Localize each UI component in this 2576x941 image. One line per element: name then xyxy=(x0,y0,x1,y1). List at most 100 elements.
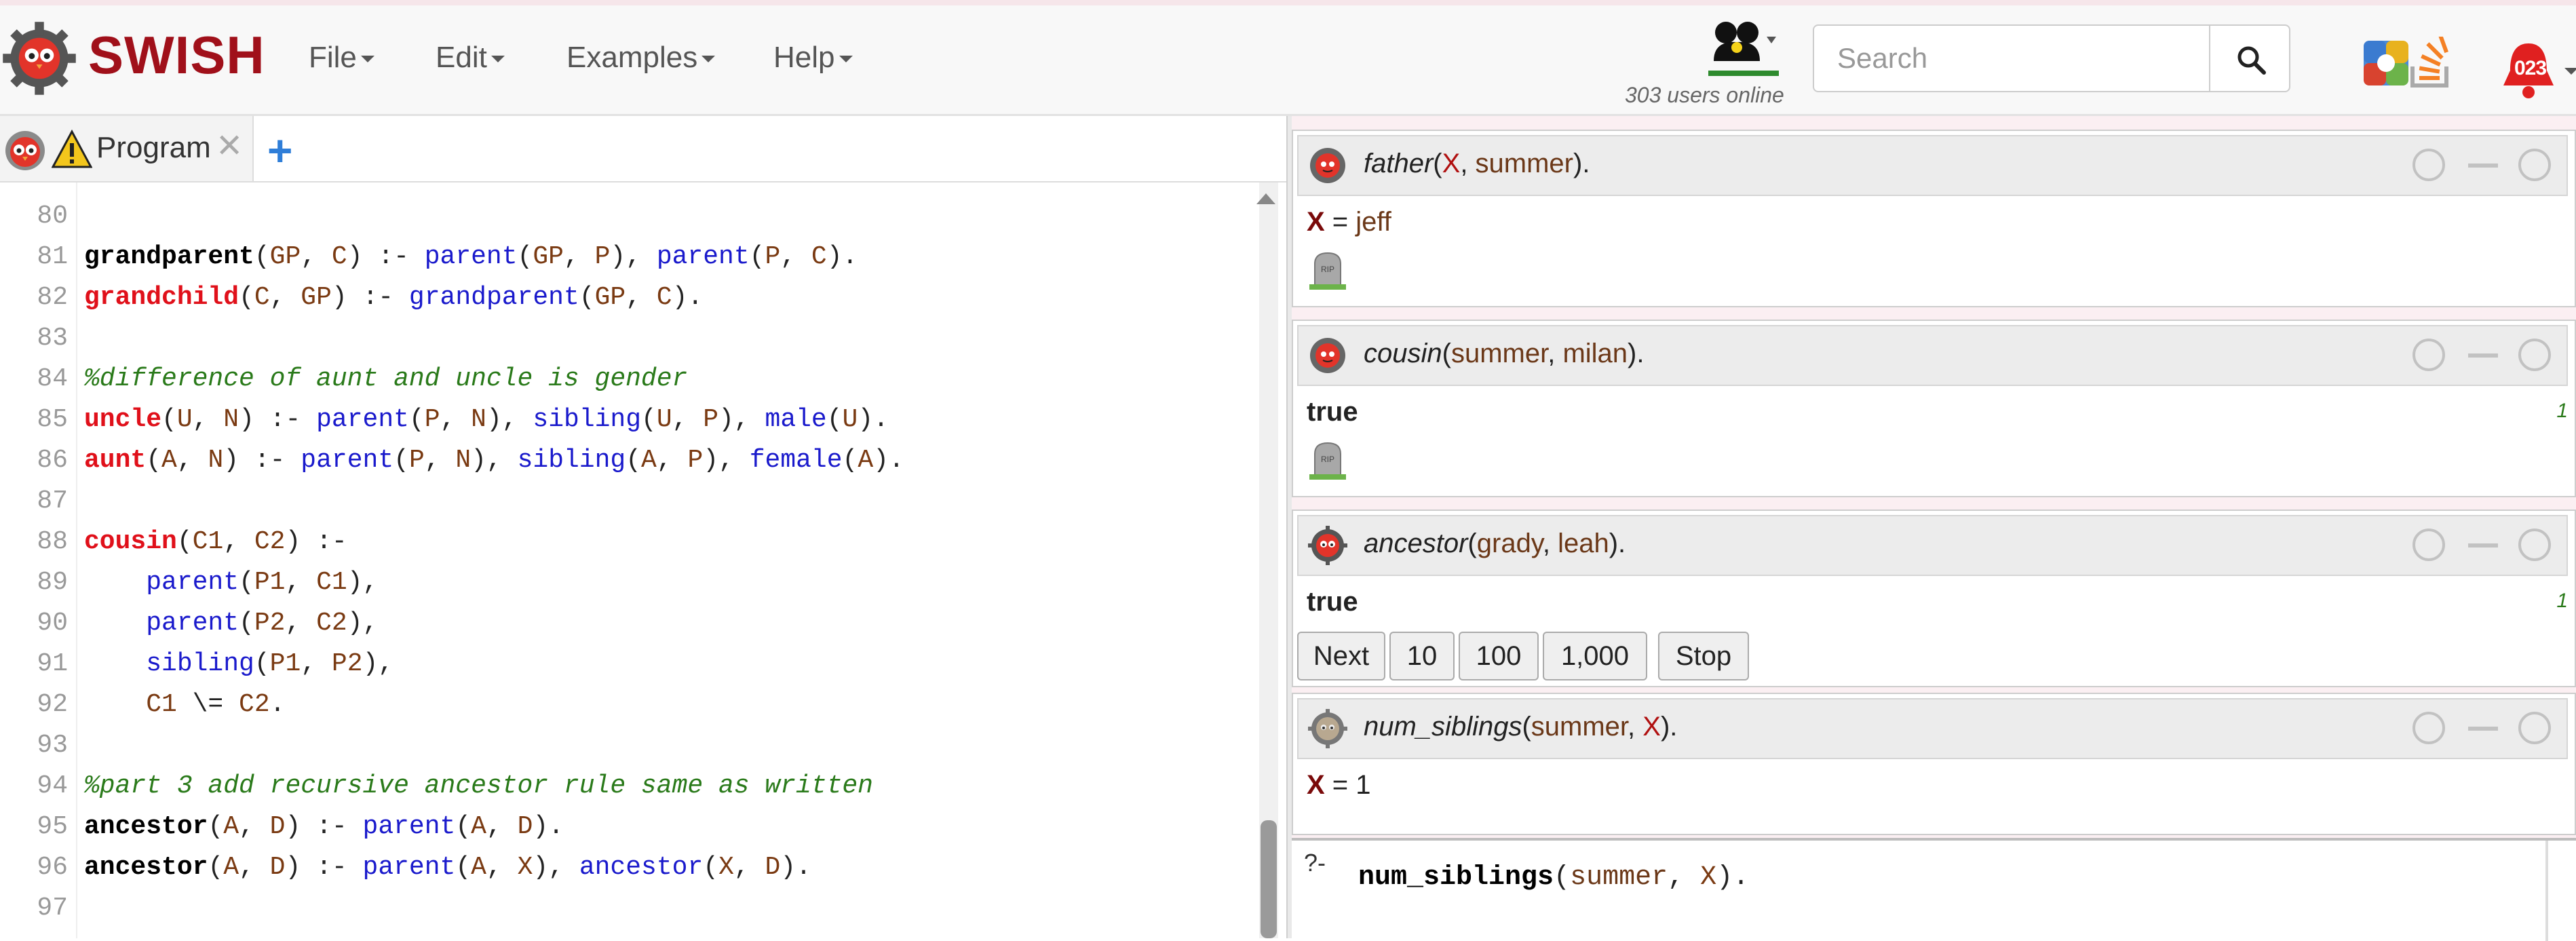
download-icon[interactable] xyxy=(2412,529,2445,561)
minimize-icon[interactable] xyxy=(2468,727,2498,731)
query-input[interactable]: num_siblings(summer, X). xyxy=(1358,862,1749,893)
swish-gear-logo-icon[interactable] xyxy=(1,20,77,96)
answer-true: true xyxy=(1307,587,1358,617)
add-tab-button[interactable]: + xyxy=(267,126,292,176)
minimize-icon[interactable] xyxy=(2468,353,2498,358)
brand-title[interactable]: SWISH xyxy=(88,24,265,86)
query-editor[interactable]: ?- num_siblings(summer, X). xyxy=(1292,838,2576,941)
code-line[interactable]: grandchild(C, GP) :- grandparent(GP, C). xyxy=(84,283,703,312)
query-scrollbar[interactable] xyxy=(2545,841,2548,941)
query-header: cousin(summer, milan). xyxy=(1297,325,2568,386)
query-punct: ( xyxy=(1467,529,1477,558)
menu-help[interactable]: Help xyxy=(773,41,853,75)
code-line[interactable]: uncle(U, N) :- parent(P, N), sibling(U, … xyxy=(84,405,889,434)
menu-file-label: File xyxy=(309,41,357,74)
close-icon[interactable] xyxy=(2518,339,2551,371)
editor-scrollbar-thumb[interactable] xyxy=(1261,820,1277,938)
answer-true: true xyxy=(1307,397,1358,427)
line-number: 94 xyxy=(37,771,68,801)
code-line[interactable]: %difference of aunt and uncle is gender xyxy=(84,364,687,393)
stackoverflow-icon[interactable] xyxy=(2408,37,2453,88)
line-number: 89 xyxy=(37,568,68,597)
query-arg: grady xyxy=(1476,529,1543,558)
code-line[interactable]: ancestor(A, D) :- parent(A, X), ancestor… xyxy=(84,853,811,882)
query-arg: summer xyxy=(1450,339,1548,368)
query-punct: , xyxy=(1628,712,1643,742)
search-input[interactable] xyxy=(1813,24,2210,92)
line-number: 88 xyxy=(37,527,68,556)
query-predicate: cousin xyxy=(1364,339,1442,368)
users-activity-bar xyxy=(1708,71,1779,76)
minimize-icon[interactable] xyxy=(2468,543,2498,548)
line-number: 97 xyxy=(37,894,68,923)
next-10-button[interactable]: 10 xyxy=(1389,632,1455,680)
tab-program[interactable]: Program ✕ xyxy=(0,116,254,181)
query-punct: ). xyxy=(1609,529,1626,558)
top-accent-strip xyxy=(0,0,2576,5)
answer-value: jeff xyxy=(1356,207,1391,237)
menu-examples[interactable]: Examples xyxy=(566,41,716,75)
line-number: 93 xyxy=(37,731,68,760)
download-icon[interactable] xyxy=(2412,149,2445,181)
code-line[interactable]: ancestor(A, D) :- parent(A, D). xyxy=(84,812,564,841)
query-predicate: ancestor xyxy=(1364,529,1468,558)
answer-block: father(X, summer). X = jeff RIP xyxy=(1292,130,2576,307)
line-number: 83 xyxy=(37,324,68,353)
menu-edit[interactable]: Edit xyxy=(436,41,505,75)
next-1000-button[interactable]: 1,000 xyxy=(1543,632,1647,680)
code-line[interactable]: aunt(A, N) :- parent(P, N), sibling(A, P… xyxy=(84,446,904,475)
query-punct: ( xyxy=(1522,712,1531,742)
search-button[interactable] xyxy=(2209,24,2290,92)
svg-text:RIP: RIP xyxy=(1321,455,1334,464)
search-icon xyxy=(2237,46,2266,75)
code-line[interactable]: sibling(P1, P2), xyxy=(84,649,393,678)
line-number: 95 xyxy=(37,812,68,841)
close-icon[interactable] xyxy=(2518,529,2551,561)
close-icon[interactable] xyxy=(2518,712,2551,744)
next-button[interactable]: Next xyxy=(1297,632,1385,680)
navbar: SWISH File Edit Examples Help 303 users … xyxy=(0,5,2576,116)
code-line[interactable]: parent(P1, C1), xyxy=(84,568,378,597)
answer-count: 1 xyxy=(2556,590,2568,612)
query-arg: milan xyxy=(1562,339,1628,368)
code-line[interactable]: C1 \= C2. xyxy=(84,690,285,719)
download-icon[interactable] xyxy=(2412,712,2445,744)
stop-button[interactable]: Stop xyxy=(1658,632,1749,680)
code-line[interactable]: parent(P2, C2), xyxy=(84,609,378,638)
scroll-up-arrow-icon[interactable] xyxy=(1256,193,1275,204)
chevron-down-icon xyxy=(360,56,374,63)
notification-badge: 023 xyxy=(2514,57,2547,79)
answer-count: 1 xyxy=(2556,400,2568,422)
query-text: father(X, summer). xyxy=(1364,149,1590,179)
minimize-icon[interactable] xyxy=(2468,164,2498,168)
chevron-down-icon xyxy=(839,56,853,63)
users-icon[interactable] xyxy=(1708,20,1779,61)
google-icon[interactable] xyxy=(2364,41,2408,85)
line-number: 80 xyxy=(37,201,68,231)
answer-block: num_siblings(summer, X). X = 1 xyxy=(1292,693,2576,835)
line-number: 79 xyxy=(0,183,68,189)
warning-icon xyxy=(52,130,92,168)
close-icon[interactable] xyxy=(2518,149,2551,181)
menu-edit-label: Edit xyxy=(436,41,487,74)
query-punct: ( xyxy=(1442,339,1451,368)
line-number: 84 xyxy=(37,364,68,393)
download-icon[interactable] xyxy=(2412,339,2445,371)
line-number: 91 xyxy=(37,649,68,678)
code-editor[interactable]: 79 80 81 82 83 84 85 86 87 88 89 90 91 9… xyxy=(0,183,1286,938)
query-punct: ). xyxy=(1660,712,1678,742)
query-punct: ). xyxy=(1628,339,1645,368)
code-line[interactable]: grandparent(GP, C) :- parent(GP, P), par… xyxy=(84,242,858,271)
close-icon[interactable]: ✕ xyxy=(216,127,243,165)
menu-examples-label: Examples xyxy=(566,41,698,74)
next-100-button[interactable]: 100 xyxy=(1459,632,1539,680)
tombstone-rip-icon: RIP xyxy=(1309,442,1346,480)
tombstone-rip-icon: RIP xyxy=(1309,252,1346,290)
code-line[interactable]: cousin(C1, C2) :- xyxy=(84,527,347,556)
owl-icon xyxy=(5,131,45,170)
code-line[interactable]: %part 3 add recursive ancestor rule same… xyxy=(84,771,873,801)
query-text: ancestor(grady, leah). xyxy=(1364,529,1626,559)
query-text: cousin(summer, milan). xyxy=(1364,339,1644,369)
menu-file[interactable]: File xyxy=(309,41,374,75)
chevron-down-icon[interactable] xyxy=(2564,68,2576,75)
